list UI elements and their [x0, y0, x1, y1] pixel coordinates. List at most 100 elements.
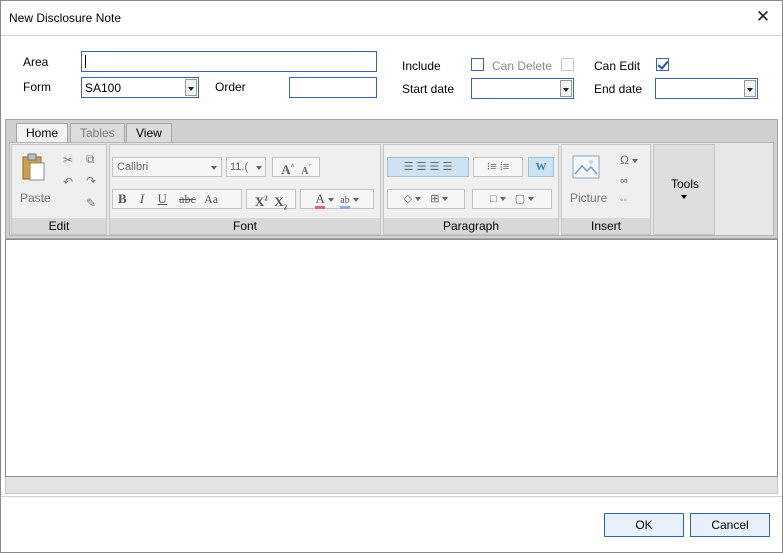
shading-borders-buttons[interactable]: ◇ ⊞ [387, 189, 465, 209]
tab-home[interactable]: Home [16, 123, 69, 142]
include-checkbox[interactable] [471, 58, 484, 71]
align-center-icon[interactable]: ☰ [417, 161, 427, 173]
order-input[interactable] [289, 77, 377, 98]
redo-icon[interactable]: ↷ [86, 174, 96, 188]
font-size-value: 11.( [230, 161, 249, 173]
outer-border-icon[interactable]: ▢ [515, 193, 525, 205]
chevron-down-icon [211, 166, 217, 170]
numbered-list-icon[interactable]: ⁞≡ [500, 161, 509, 173]
ribbon: Home Tables View Paste ✂ ⧉ ↶ ↷ ✎ Edit Ca… [5, 119, 778, 239]
dialog-window: New Disclosure Note ✕ Area Form SA100 Or… [0, 0, 783, 553]
grid-icon[interactable]: ⊞ [430, 193, 439, 205]
order-label: Order [215, 80, 246, 94]
include-label: Include [402, 59, 441, 73]
chevron-down-icon [256, 166, 262, 170]
edit-group-label: Edit [12, 218, 106, 234]
list-buttons[interactable]: ⁝≡ ⁞≡ [473, 157, 523, 177]
end-date-label: End date [594, 82, 643, 96]
can-delete-label: Can Delete [492, 59, 553, 73]
tools-label[interactable]: Tools [671, 177, 699, 191]
font-name-value: Calibri [117, 161, 149, 173]
paragraph-group-label: Paragraph [384, 218, 558, 234]
editor-status-bar [5, 477, 778, 494]
tab-tables[interactable]: Tables [70, 123, 125, 142]
color-buttons[interactable]: A ab [300, 189, 374, 209]
area-input[interactable] [81, 51, 377, 72]
edit-group: Paste ✂ ⧉ ↶ ↷ ✎ Edit [11, 144, 107, 235]
align-left-icon[interactable]: ☰ [404, 161, 414, 173]
paint-bucket-icon[interactable]: ◇ [404, 193, 412, 205]
word-wrap-icon[interactable]: W [528, 157, 554, 177]
subscript-icon[interactable]: X2 [274, 194, 287, 212]
format-painter-icon[interactable]: ✎ [86, 196, 96, 210]
paste-label[interactable]: Paste [20, 191, 51, 205]
bookmark-icon[interactable]: ◦◦ [620, 195, 627, 206]
chevron-down-icon [327, 198, 334, 203]
undo-icon[interactable]: ↶ [63, 175, 73, 189]
cancel-button[interactable]: Cancel [690, 513, 770, 537]
can-edit-checkbox[interactable] [656, 58, 669, 71]
strikethrough-icon[interactable]: abc [179, 192, 196, 206]
tools-group[interactable]: Tools [653, 144, 715, 235]
cut-icon[interactable]: ✂ [63, 153, 73, 167]
alignment-buttons[interactable]: ☰ ☰ ☰ ☰ [387, 157, 469, 177]
hyperlink-icon[interactable]: ∞ [620, 175, 628, 187]
footer-separator [1, 496, 782, 497]
paragraph-group: ☰ ☰ ☰ ☰ ⁝≡ ⁞≡ W ◇ ⊞ □ ▢ Paragraph [383, 144, 559, 235]
text-caret [85, 55, 86, 68]
script-buttons[interactable]: X2 X2 [246, 189, 296, 212]
chevron-down-icon [442, 197, 449, 202]
form-select[interactable]: SA100 [81, 77, 199, 98]
italic-icon[interactable]: I [140, 191, 144, 206]
highlight-color-icon[interactable]: ab [340, 195, 350, 209]
font-color-icon[interactable]: A [315, 191, 325, 209]
form-label: Form [23, 80, 51, 94]
chevron-down-icon [499, 197, 506, 202]
can-edit-label: Can Edit [594, 59, 641, 73]
window-title: New Disclosure Note [9, 11, 122, 25]
insert-group-label: Insert [562, 218, 650, 234]
start-date-label: Start date [402, 82, 455, 96]
area-label: Area [23, 55, 49, 69]
insert-group: Picture Ω ∞ ◦◦ Insert [561, 144, 651, 235]
bullet-list-icon[interactable]: ⁝≡ [487, 161, 497, 173]
chevron-down-icon [415, 197, 422, 202]
font-group: Calibri 11.( A^ Aˇ B I U abc Aa X2 X2 A … [109, 144, 381, 235]
dropdown-arrow-icon[interactable] [560, 80, 572, 97]
form-select-value: SA100 [85, 81, 122, 95]
ribbon-body: Paste ✂ ⧉ ↶ ↷ ✎ Edit Calibri 11.(A^ Aˇ … [9, 142, 774, 236]
paste-icon[interactable] [21, 153, 47, 183]
tab-view[interactable]: View [126, 123, 172, 142]
shrink-font-icon[interactable]: Aˇ [301, 164, 311, 177]
dropdown-arrow-icon[interactable] [185, 79, 197, 96]
justify-icon[interactable]: ☰ [442, 161, 452, 173]
title-bar: New Disclosure Note ✕ [1, 1, 782, 35]
font-size-select[interactable]: 11.( [226, 157, 266, 177]
start-date-picker[interactable] [471, 78, 574, 99]
ok-button[interactable]: OK [604, 513, 684, 537]
picture-label[interactable]: Picture [570, 191, 607, 205]
align-right-icon[interactable]: ☰ [430, 161, 440, 173]
end-date-picker[interactable] [655, 78, 758, 99]
font-name-select[interactable]: Calibri [112, 157, 222, 177]
copy-icon[interactable]: ⧉ [86, 152, 95, 167]
grow-font-icon[interactable]: A^ [281, 162, 294, 177]
change-case-icon[interactable]: Aa [204, 192, 218, 206]
superscript-icon[interactable]: X2 [255, 194, 268, 209]
border-box-icon[interactable]: □ [490, 193, 497, 205]
picture-icon[interactable] [572, 155, 600, 179]
dropdown-arrow-icon[interactable] [744, 80, 756, 97]
underline-icon[interactable]: U [158, 191, 167, 206]
font-style-buttons[interactable]: B I U abc Aa [112, 189, 242, 209]
symbol-icon[interactable]: Ω [620, 153, 638, 167]
box-buttons[interactable]: □ ▢ [472, 189, 552, 209]
title-separator [1, 35, 782, 36]
close-icon[interactable]: ✕ [752, 6, 774, 28]
note-editor[interactable] [5, 239, 778, 477]
chevron-down-icon [631, 158, 638, 163]
font-grow-shrink-buttons[interactable]: A^ Aˇ [272, 157, 320, 177]
can-delete-checkbox [561, 58, 574, 71]
chevron-down-icon [352, 198, 359, 203]
chevron-down-icon [528, 197, 535, 202]
bold-icon[interactable]: B [118, 191, 127, 206]
